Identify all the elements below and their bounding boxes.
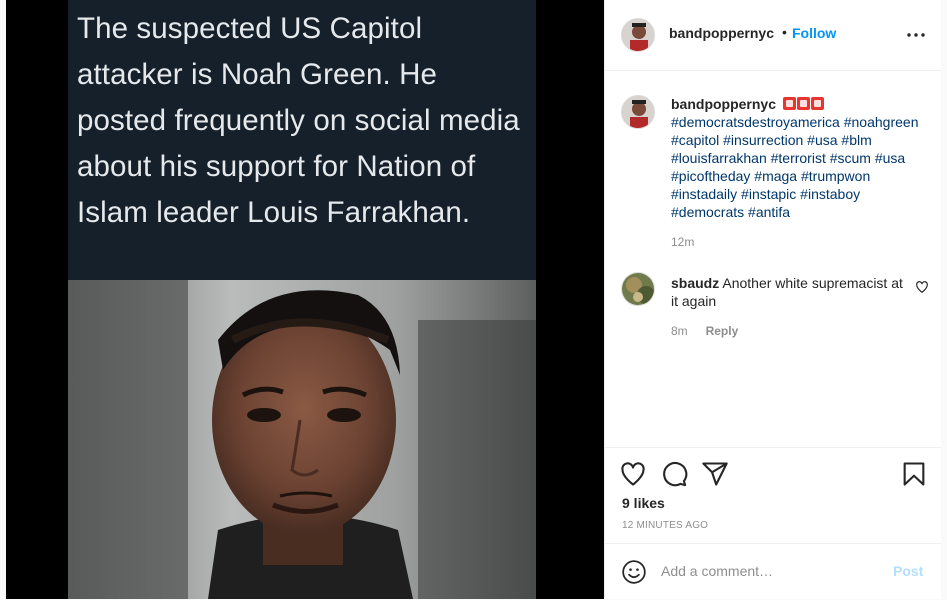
follow-button[interactable]: Follow — [792, 25, 836, 41]
commenter-avatar-image — [622, 273, 654, 305]
caption-username[interactable]: bandpoppernyc — [671, 96, 776, 112]
heart-icon — [621, 462, 645, 486]
image-text-panel: The suspected US Capitol attacker is Noa… — [68, 0, 536, 280]
more-icon — [907, 33, 925, 37]
image-text: The suspected US Capitol attacker is Noa… — [77, 12, 520, 229]
comment-meta: 8m Reply — [671, 321, 911, 340]
comment-input[interactable] — [661, 560, 881, 582]
caption-hashtags[interactable]: #democratsdestroyamerica #noahgreen #cap… — [671, 114, 918, 220]
sos-emoji — [782, 96, 824, 112]
comment-username[interactable]: sbaudz — [671, 275, 719, 291]
likes-count[interactable]: 9 likes — [622, 495, 665, 511]
reply-button[interactable]: Reply — [706, 324, 739, 338]
save-button[interactable] — [900, 460, 928, 488]
post-actions: 9 likes 12 MINUTES AGO Post — [605, 447, 941, 599]
add-comment-form: Post — [605, 543, 941, 600]
post-sidebar: bandpoppernyc • Follow bandpoppernyc #de… — [604, 0, 941, 599]
post-comment-button[interactable]: Post — [893, 563, 923, 579]
post-image: The suspected US Capitol attacker is Noa… — [68, 0, 536, 599]
avatar-image — [622, 19, 654, 51]
comment-time[interactable]: 8m — [671, 324, 688, 338]
instagram-post-modal: The suspected US Capitol attacker is Noa… — [0, 0, 947, 599]
emoji-button[interactable] — [621, 559, 647, 585]
share-button[interactable] — [701, 460, 729, 488]
bookmark-icon — [903, 462, 925, 486]
caption-avatar[interactable] — [621, 95, 655, 129]
comment-icon — [663, 462, 688, 487]
post-header: bandpoppernyc • Follow — [605, 0, 941, 71]
comment-button[interactable] — [660, 460, 688, 488]
portrait-photo — [68, 280, 536, 599]
post-media[interactable]: The suspected US Capitol attacker is Noa… — [6, 0, 604, 599]
comment-content: sbaudz Another white supremacist at it a… — [671, 274, 911, 340]
caption-avatar-image — [622, 96, 654, 128]
page-background-right — [941, 0, 947, 599]
like-button[interactable] — [619, 460, 647, 488]
more-options-button[interactable] — [905, 24, 927, 46]
emoji-icon — [622, 560, 646, 584]
header-username[interactable]: bandpoppernyc — [669, 25, 774, 41]
share-icon — [702, 462, 728, 486]
commenter-avatar[interactable] — [621, 272, 655, 306]
post-timestamp[interactable]: 12 MINUTES AGO — [622, 520, 708, 531]
caption-time[interactable]: 12m — [671, 233, 931, 251]
comment-like-button[interactable] — [915, 280, 929, 294]
avatar[interactable] — [621, 18, 655, 52]
caption-text: bandpoppernyc #democratsdestroyamerica #… — [671, 95, 931, 251]
separator-dot: • — [782, 24, 787, 40]
portrait-illustration — [68, 280, 536, 599]
small-heart-icon — [916, 281, 928, 293]
